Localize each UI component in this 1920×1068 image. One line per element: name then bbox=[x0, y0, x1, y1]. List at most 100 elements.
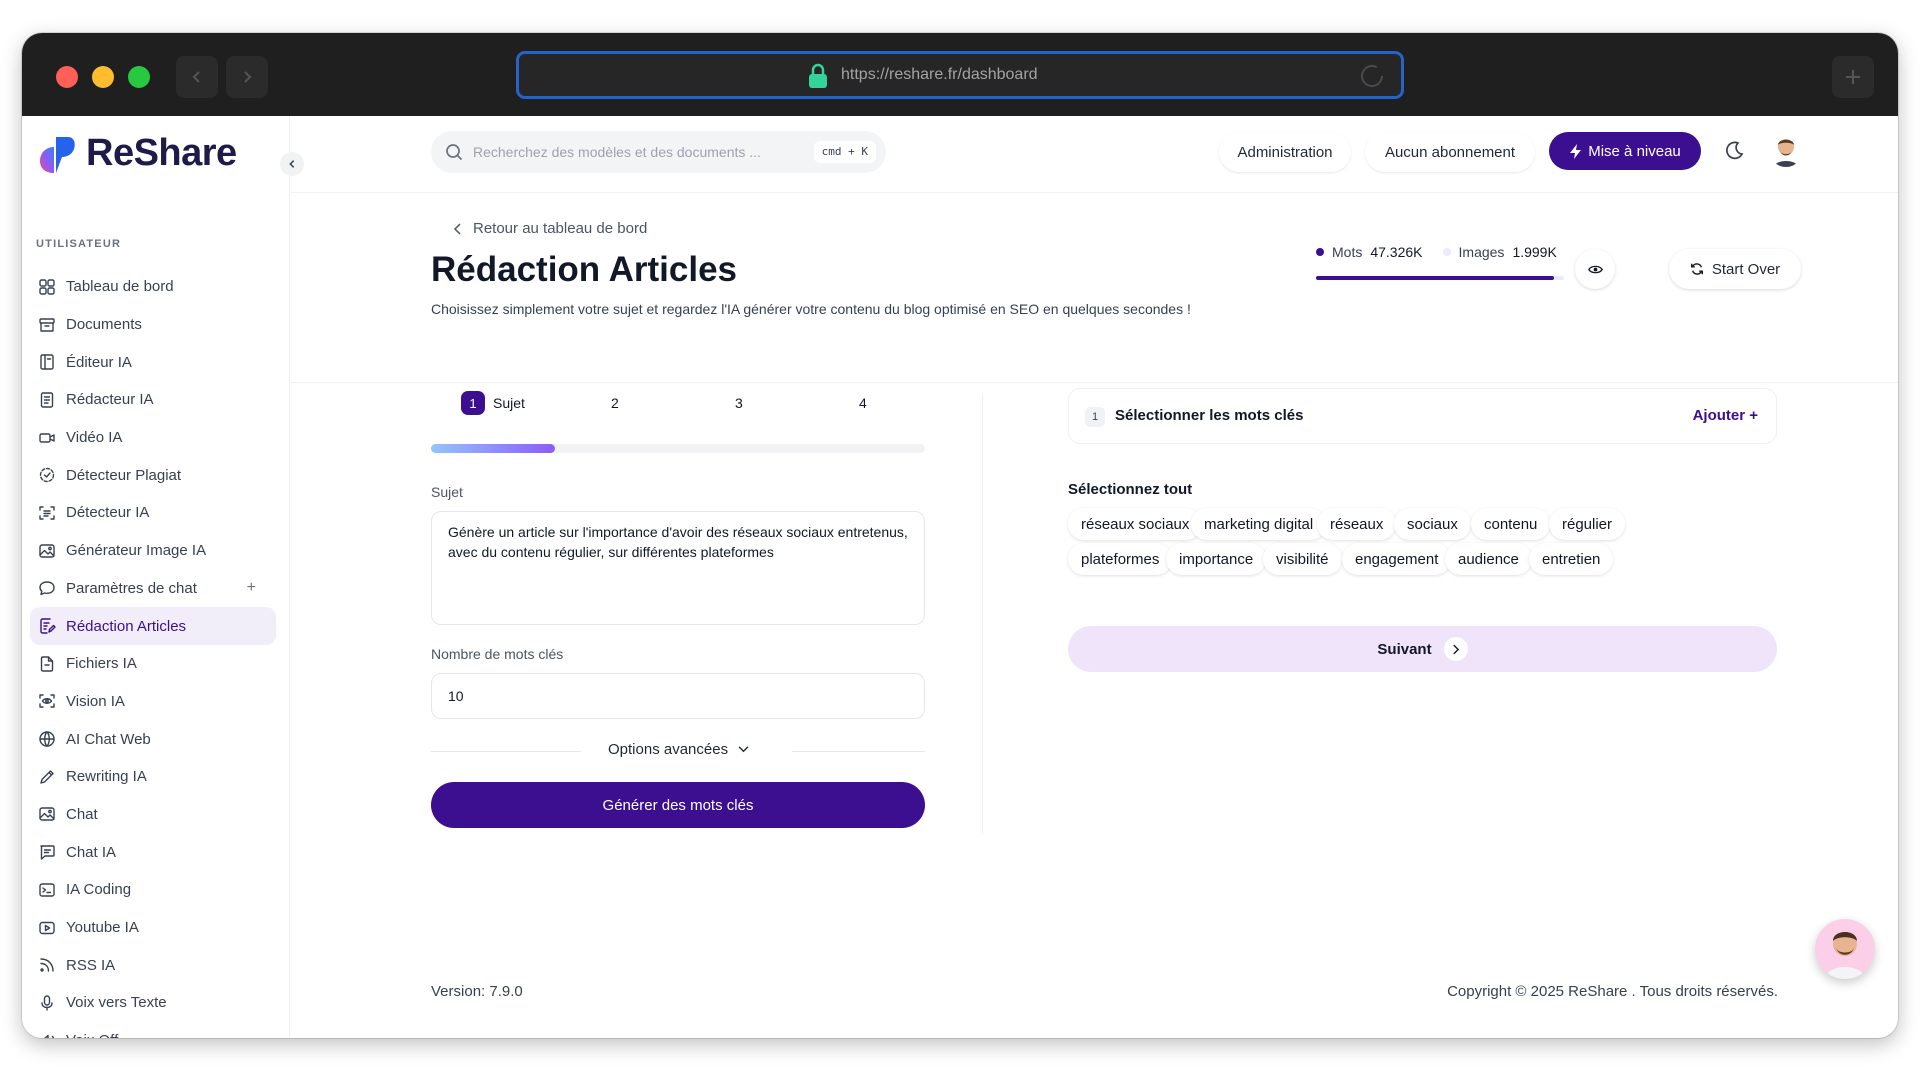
grid-icon bbox=[39, 279, 55, 295]
sidebar-item[interactable]: Tableau de bord bbox=[30, 268, 276, 306]
sidebar-item-label: Vision IA bbox=[66, 692, 125, 710]
keyword-chip[interactable]: marketing digital bbox=[1191, 508, 1327, 540]
app-version: Version: 7.9.0 bbox=[431, 983, 523, 1000]
step-4[interactable]: 4 bbox=[859, 391, 867, 415]
eye-icon bbox=[1587, 265, 1603, 273]
sidebar-item[interactable]: Fichiers IA bbox=[30, 645, 276, 683]
sidebar-item-label: Chat IA bbox=[66, 843, 117, 861]
sidebar-item[interactable]: Rédaction Articles bbox=[30, 607, 276, 645]
sidebar-item[interactable]: Youtube IA bbox=[30, 909, 276, 947]
sidebar-item-label: Détecteur Plagiat bbox=[66, 466, 182, 484]
top-bar: cmd + K Administration Aucun abonnement … bbox=[291, 116, 1898, 193]
sidebar-item[interactable]: Voix Off bbox=[30, 1022, 276, 1038]
sidebar-item[interactable]: Éditeur IA bbox=[30, 343, 276, 381]
sidebar: ReShare UTILISATEUR Tableau de bord Docum… bbox=[22, 116, 304, 1038]
sidebar-item[interactable]: Vision IA bbox=[30, 683, 276, 721]
step-1[interactable]: 1 Sujet bbox=[461, 391, 525, 415]
sidebar-item[interactable]: IA Coding bbox=[30, 871, 276, 909]
browser-back-button[interactable] bbox=[176, 56, 218, 98]
subscription-button[interactable]: Aucun abonnement bbox=[1365, 132, 1535, 172]
sidebar-item[interactable]: Rewriting IA bbox=[30, 758, 276, 796]
keywords-step-title: Sélectionner les mots clés bbox=[1115, 407, 1304, 424]
browser-forward-button[interactable] bbox=[226, 56, 268, 98]
app-logo[interactable]: ReShare bbox=[36, 132, 237, 175]
add-keyword-button[interactable]: Ajouter + bbox=[1693, 407, 1758, 424]
advanced-divider-right bbox=[792, 751, 925, 752]
keyword-chip[interactable]: engagement bbox=[1342, 543, 1452, 575]
globe-icon bbox=[39, 731, 55, 747]
new-tab-button[interactable] bbox=[1832, 56, 1874, 98]
keywords-count-input[interactable] bbox=[431, 673, 925, 719]
keyword-chip[interactable]: contenu bbox=[1471, 508, 1551, 540]
reload-icon[interactable] bbox=[1359, 63, 1385, 89]
images-dot bbox=[1442, 248, 1451, 256]
back-to-dashboard-link[interactable]: Retour au tableau de bord bbox=[453, 220, 647, 237]
administration-button[interactable]: Administration bbox=[1219, 132, 1351, 172]
step-3[interactable]: 3 bbox=[735, 391, 743, 415]
chevron-left-icon bbox=[192, 71, 200, 83]
upgrade-button[interactable]: Mise à niveau bbox=[1549, 132, 1701, 170]
support-avatar-icon bbox=[1825, 932, 1865, 979]
maximize-window-button[interactable] bbox=[128, 66, 150, 88]
keywords-step-number: 1 bbox=[1085, 407, 1105, 427]
sidebar-item-label: Détecteur IA bbox=[66, 504, 150, 522]
sidebar-item[interactable]: Chat IA bbox=[30, 833, 276, 871]
dark-mode-toggle-icon[interactable] bbox=[1723, 140, 1745, 162]
user-avatar[interactable] bbox=[1769, 133, 1803, 167]
keyword-chip[interactable]: réseaux bbox=[1317, 508, 1397, 540]
brand-name: ReShare bbox=[86, 132, 237, 174]
sidebar-item[interactable]: RSS IA bbox=[30, 946, 276, 984]
sidebar-item[interactable]: Rédacteur IA bbox=[30, 381, 276, 419]
sidebar-item[interactable]: Détecteur IA bbox=[30, 494, 276, 532]
keyword-chip[interactable]: régulier bbox=[1549, 508, 1626, 540]
scan-icon bbox=[39, 506, 55, 520]
support-chat-button[interactable] bbox=[1815, 919, 1875, 979]
keyword-chip[interactable]: audience bbox=[1445, 543, 1532, 575]
words-dot bbox=[1316, 248, 1324, 256]
keyword-chip[interactable]: plateformes bbox=[1068, 543, 1173, 575]
sidebar-item[interactable]: Générateur Image IA bbox=[30, 532, 276, 570]
search-icon bbox=[446, 144, 463, 161]
sidebar-item[interactable]: Documents bbox=[30, 306, 276, 344]
subject-textarea[interactable]: Génère un article sur l'importance d'avo… bbox=[431, 511, 925, 625]
sidebar-item[interactable]: Paramètres de chat + bbox=[30, 570, 276, 608]
minimize-window-button[interactable] bbox=[92, 66, 114, 88]
sidebar-item[interactable]: Chat bbox=[30, 796, 276, 834]
sidebar-section-title: UTILISATEUR bbox=[36, 238, 122, 250]
pen-icon bbox=[40, 770, 54, 784]
add-chat-settings-button[interactable]: + bbox=[247, 579, 256, 597]
search-box[interactable]: cmd + K bbox=[431, 131, 886, 173]
toggle-visibility-button[interactable] bbox=[1575, 249, 1615, 289]
chevron-down-icon bbox=[738, 746, 749, 753]
close-window-button[interactable] bbox=[56, 66, 78, 88]
eye-scan-icon bbox=[39, 694, 55, 709]
sidebar-item-label: Tableau de bord bbox=[66, 278, 174, 296]
book-icon bbox=[40, 354, 54, 370]
keyword-chip[interactable]: réseaux sociaux bbox=[1068, 508, 1203, 540]
search-input[interactable] bbox=[473, 141, 773, 163]
advanced-divider-left bbox=[431, 751, 581, 752]
keyword-chip[interactable]: visibilité bbox=[1263, 543, 1342, 575]
next-button[interactable]: Suivant bbox=[1068, 626, 1777, 672]
sidebar-item[interactable]: Voix vers Texte bbox=[30, 984, 276, 1022]
step-2[interactable]: 2 bbox=[611, 391, 619, 415]
address-bar[interactable]: https://reshare.fr/dashboard bbox=[516, 51, 1404, 99]
sidebar-item[interactable]: Détecteur Plagiat bbox=[30, 456, 276, 494]
keyword-chip[interactable]: importance bbox=[1166, 543, 1267, 575]
usage-stats: Mots 47.326K Images 1.999K bbox=[1316, 244, 1557, 260]
sidebar-item[interactable]: AI Chat Web bbox=[30, 720, 276, 758]
advanced-options-toggle[interactable]: Options avancées bbox=[602, 741, 756, 758]
start-over-button[interactable]: Start Over bbox=[1669, 249, 1801, 289]
keyword-chip[interactable]: sociaux bbox=[1394, 508, 1471, 540]
document-icon bbox=[40, 392, 54, 408]
next-arrow bbox=[1443, 637, 1468, 661]
plus-icon bbox=[1846, 70, 1860, 84]
play-icon bbox=[39, 921, 55, 934]
generate-keywords-button[interactable]: Générer des mots clés bbox=[431, 782, 925, 828]
column-divider bbox=[982, 393, 983, 833]
archive-icon bbox=[39, 317, 55, 332]
keyword-chip[interactable]: entretien bbox=[1529, 543, 1614, 575]
advanced-options-label: Options avancées bbox=[608, 741, 729, 758]
select-all-link[interactable]: Sélectionnez tout bbox=[1068, 481, 1192, 498]
sidebar-item[interactable]: Vidéo IA bbox=[30, 419, 276, 457]
